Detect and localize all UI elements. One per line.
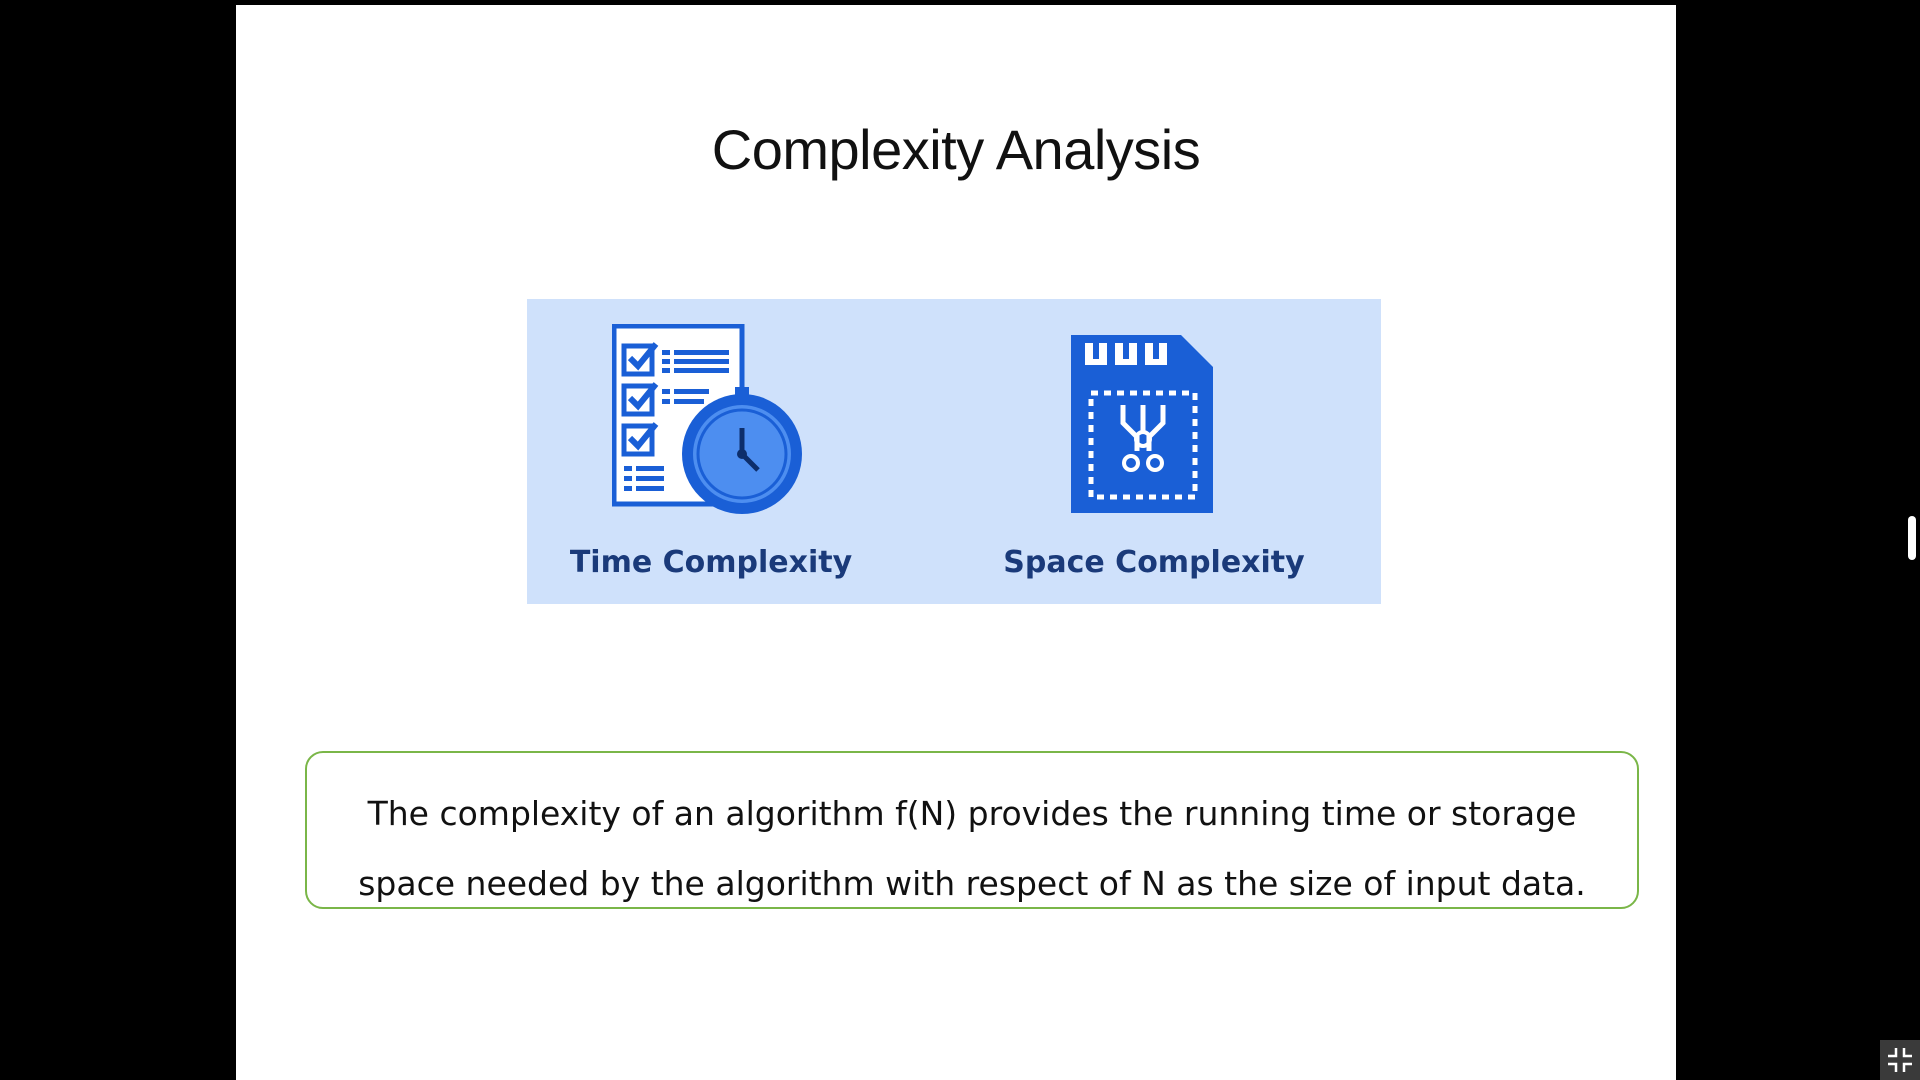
slide: Complexity Analysis Time Complexity Spac…	[236, 5, 1676, 1080]
exit-fullscreen-button[interactable]	[1880, 1040, 1920, 1080]
time-complexity-label: Time Complexity	[569, 545, 853, 580]
space-complexity-label: Space Complexity	[1003, 545, 1305, 580]
exit-fullscreen-icon	[1888, 1048, 1912, 1072]
scrollbar-thumb[interactable]	[1908, 516, 1916, 560]
definition-box: The complexity of an algorithm f(N) prov…	[305, 751, 1639, 909]
memory-card-icon	[1071, 335, 1213, 513]
complexity-illustration: Time Complexity Space Complexity	[527, 299, 1381, 604]
slide-title: Complexity Analysis	[711, 118, 1201, 181]
definition-text: The complexity of an algorithm f(N) prov…	[358, 794, 1586, 903]
time-complexity-figure: Time Complexity	[527, 299, 947, 604]
stopwatch-checklist-icon	[612, 324, 802, 514]
space-complexity-figure: Space Complexity	[947, 299, 1381, 604]
presentation-viewer: Complexity Analysis Time Complexity Spac…	[0, 0, 1920, 1080]
